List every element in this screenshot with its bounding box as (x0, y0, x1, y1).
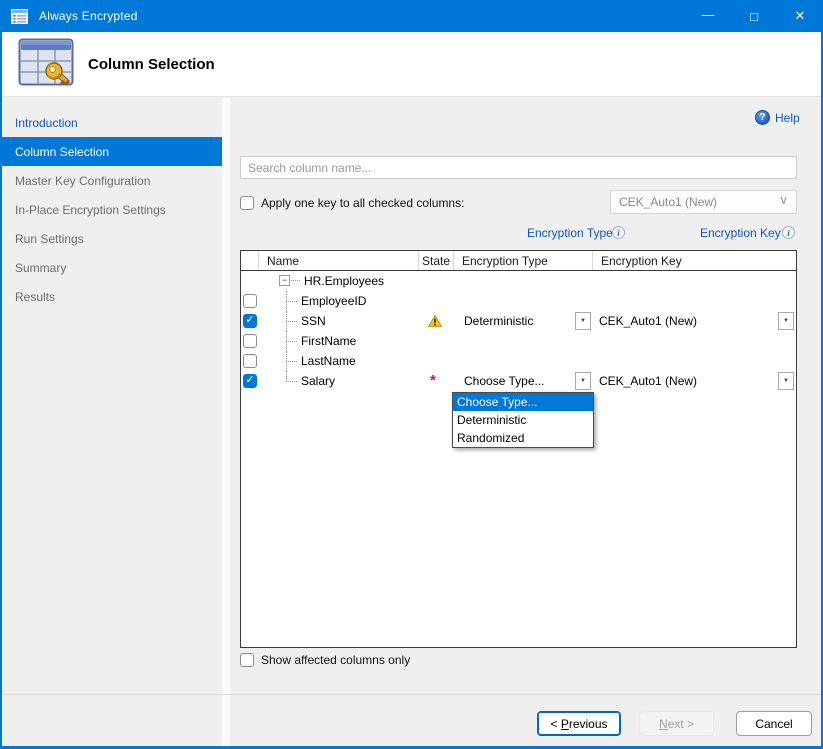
chevron-down-icon: ∨ (779, 194, 788, 206)
app-icon (11, 9, 28, 24)
table-key-icon (18, 38, 78, 90)
sidebar-item-results[interactable]: Results (2, 282, 222, 311)
key-for-all-value: CEK_Auto1 (New) (611, 195, 717, 209)
sidebar-item-master-key-configuration[interactable]: Master Key Configuration (2, 166, 222, 195)
close-button[interactable]: ✕ (777, 0, 823, 32)
column-name: LastName (301, 354, 356, 368)
column-row-salary: ✓ Salary * Choose Type... ▼ CEK_Auto1 (N… (241, 371, 796, 391)
page-title: Column Selection (88, 56, 215, 73)
firstname-checkbox[interactable]: ✓ (243, 334, 257, 348)
encryption-type-info-icon[interactable]: i (612, 226, 625, 239)
maximize-button[interactable]: □ (731, 0, 777, 32)
column-row-firstname: ✓ FirstName (241, 331, 796, 351)
ssn-encryption-type-dropdown-button[interactable]: ▼ (575, 312, 591, 330)
titlebar: Always Encrypted — □ ✕ (0, 0, 823, 32)
grid-header: Name State Encryption Type Encryption Ke… (241, 251, 796, 271)
salary-encryption-key-dropdown-button[interactable]: ▼ (778, 372, 794, 390)
ssn-encryption-key-dropdown-button[interactable]: ▼ (778, 312, 794, 330)
sidebar-item-column-selection[interactable]: Column Selection (2, 137, 222, 166)
grid-header-check (241, 251, 259, 270)
warning-icon (428, 315, 442, 327)
show-affected-checkbox[interactable]: ✓ (240, 653, 254, 667)
required-icon: * (430, 372, 436, 389)
grid-header-encryption-key: Encryption Key (593, 251, 796, 270)
employeeid-checkbox[interactable]: ✓ (243, 294, 257, 308)
encryption-type-dropdown-list: Choose Type... Deterministic Randomized (452, 392, 594, 448)
wizard-steps-sidebar: Introduction Column Selection Master Key… (2, 98, 222, 746)
help-link[interactable]: ? Help (755, 110, 800, 125)
show-affected-label: Show affected columns only (261, 653, 410, 667)
window-controls: — □ ✕ (685, 0, 823, 32)
ssn-checkbox[interactable]: ✓ (243, 314, 257, 328)
cancel-button[interactable]: Cancel (736, 711, 812, 736)
sidebar-item-run-settings[interactable]: Run Settings (2, 224, 222, 253)
dropdown-option-randomized[interactable]: Randomized (453, 429, 593, 447)
key-for-all-combobox[interactable]: CEK_Auto1 (New) ∨ (610, 190, 797, 214)
sidebar-item-introduction[interactable]: Introduction (2, 108, 222, 137)
column-row-ssn: ✓ SSN Deterministic ▼ CEK_Auto1 (New) ▼ (241, 311, 796, 331)
next-button[interactable]: Next > (639, 711, 714, 736)
salary-checkbox[interactable]: ✓ (243, 374, 257, 388)
previous-button[interactable]: < Previous (537, 711, 621, 736)
salary-encryption-type-dropdown-button[interactable]: ▼ (575, 372, 591, 390)
table-row-hr-employees: − HR.Employees (241, 271, 796, 291)
apply-key-checkbox[interactable]: ✓ (240, 196, 254, 210)
ssn-encryption-key-combobox[interactable]: CEK_Auto1 (New) (593, 314, 697, 328)
column-name: SSN (301, 314, 326, 328)
encryption-key-link[interactable]: Encryption Key (700, 226, 781, 240)
dropdown-option-choose-type[interactable]: Choose Type... (453, 393, 593, 411)
table-name: HR.Employees (304, 274, 384, 288)
footer-divider (0, 694, 823, 695)
ssn-encryption-type-combobox[interactable]: Deterministic (454, 314, 533, 328)
grid-header-state: State (419, 251, 454, 270)
minimize-button[interactable]: — (685, 0, 731, 32)
salary-encryption-type-combobox[interactable]: Choose Type... (454, 374, 545, 388)
sidebar-divider (222, 98, 230, 746)
sidebar-item-summary[interactable]: Summary (2, 253, 222, 282)
apply-key-row: ✓ Apply one key to all checked columns: (240, 192, 464, 214)
column-row-lastname: ✓ LastName (241, 351, 796, 371)
window-title: Always Encrypted (39, 9, 138, 23)
columns-grid: Name State Encryption Type Encryption Ke… (240, 250, 797, 648)
lastname-checkbox[interactable]: ✓ (243, 354, 257, 368)
dropdown-option-deterministic[interactable]: Deterministic (453, 411, 593, 429)
grid-header-encryption-type: Encryption Type (454, 251, 593, 270)
column-name: Salary (301, 374, 335, 388)
encryption-key-info-icon[interactable]: i (782, 226, 795, 239)
collapse-icon[interactable]: − (279, 275, 290, 286)
column-links-row: Encryption Type i Encryption Key i (240, 226, 797, 241)
search-input[interactable] (240, 156, 797, 179)
grid-header-name: Name (259, 251, 419, 270)
show-affected-row: ✓ Show affected columns only (240, 653, 410, 667)
always-encrypted-wizard-window: Always Encrypted — □ ✕ (0, 0, 823, 749)
help-icon: ? (755, 110, 770, 125)
salary-encryption-key-combobox[interactable]: CEK_Auto1 (New) (593, 374, 697, 388)
help-label: Help (775, 111, 800, 125)
encryption-type-link[interactable]: Encryption Type (527, 226, 613, 240)
apply-key-label: Apply one key to all checked columns: (261, 196, 464, 210)
wizard-header: Column Selection (2, 32, 821, 97)
column-name: EmployeeID (301, 294, 366, 308)
sidebar-item-in-place-encryption-settings[interactable]: In-Place Encryption Settings (2, 195, 222, 224)
window-border-left (0, 0, 2, 749)
column-row-employeeid: ✓ EmployeeID (241, 291, 796, 311)
column-name: FirstName (301, 334, 356, 348)
